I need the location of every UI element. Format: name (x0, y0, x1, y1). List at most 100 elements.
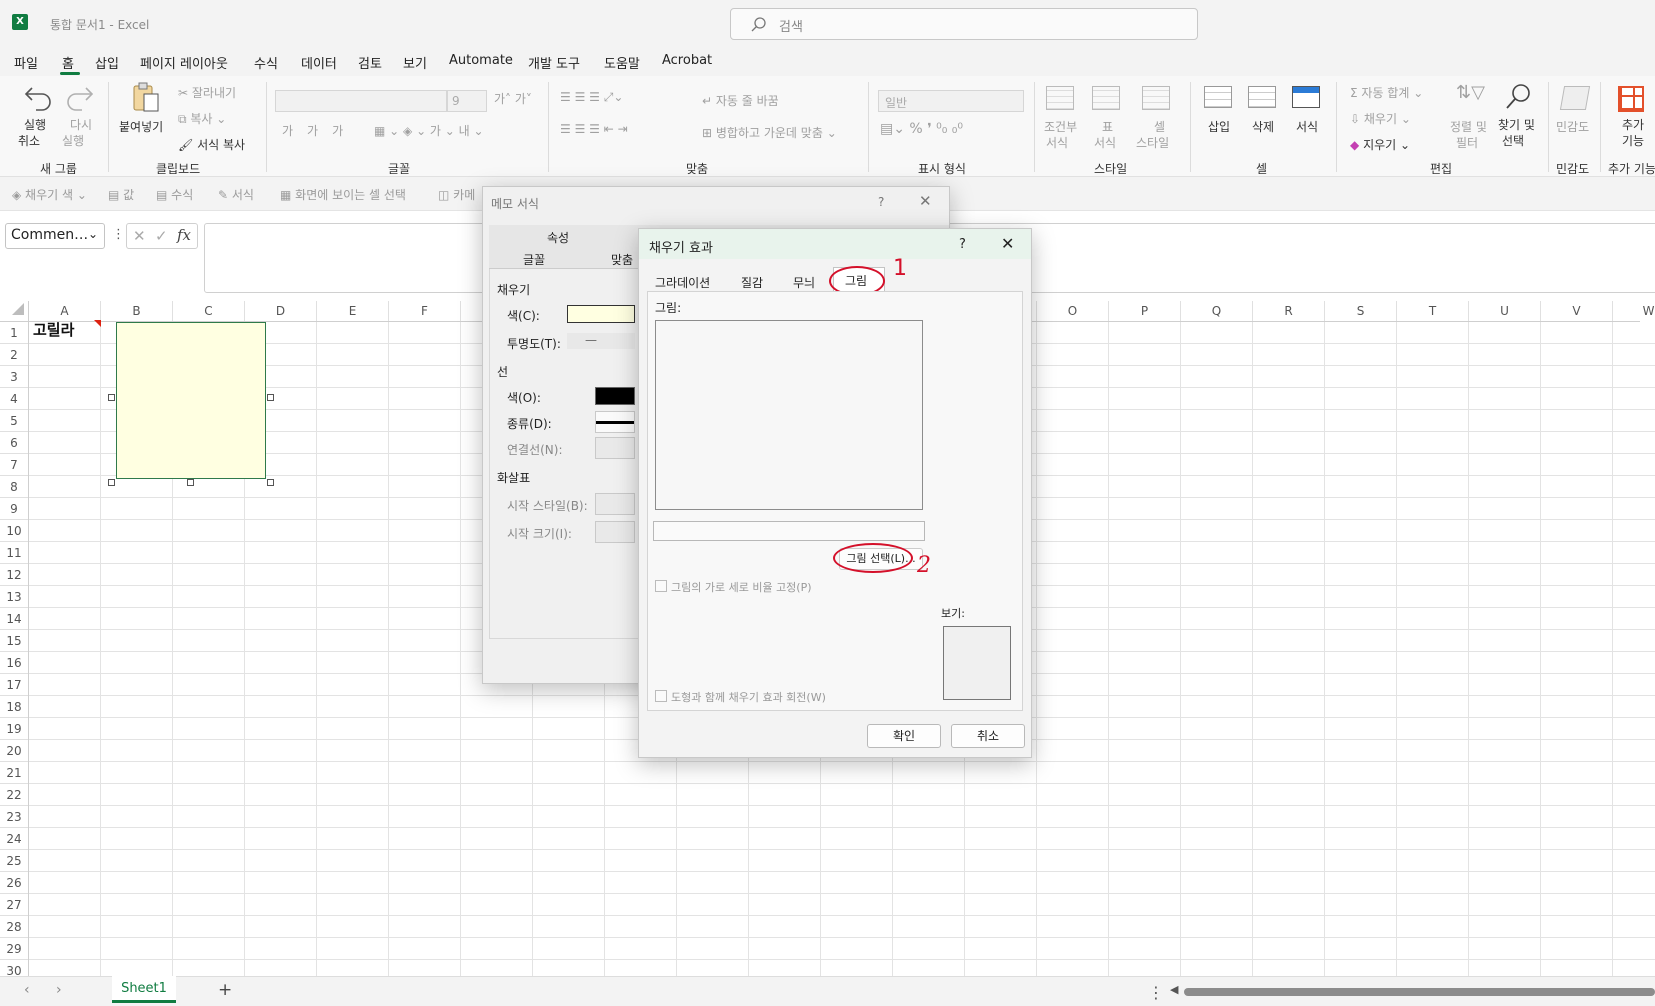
add-sheet-button[interactable]: + (218, 980, 232, 1000)
search-box[interactable]: 검색 (730, 8, 1198, 40)
select-visible-button[interactable]: ▦ 화면에 보이는 셀 선택 (280, 186, 406, 203)
horizontal-scrollbar[interactable] (1184, 988, 1655, 996)
sheet-tab-active[interactable]: Sheet1 (112, 976, 176, 1003)
clear-button[interactable]: ◆ 지우기 ⌄ (1350, 138, 1410, 152)
cancel-button[interactable]: 취소 (951, 724, 1025, 748)
row-header[interactable]: 16 (0, 652, 28, 674)
rotate-with-shape-checkbox[interactable] (655, 690, 667, 702)
number-format-icons[interactable]: ▤⌄ % ❜ ⁰₀ ₀⁰ (880, 122, 963, 136)
confirm-icon[interactable]: ✓ (155, 227, 168, 245)
row-header[interactable]: 20 (0, 740, 28, 762)
fx-icon[interactable]: fx (177, 226, 191, 244)
more-options-icon[interactable]: ⋮ (112, 227, 125, 242)
column-header[interactable]: D (245, 301, 317, 321)
resize-handle[interactable] (267, 479, 274, 486)
format-cells-icon[interactable] (1292, 86, 1320, 108)
row-header[interactable]: 7 (0, 454, 28, 476)
row-header[interactable]: 9 (0, 498, 28, 520)
row-header[interactable]: 15 (0, 630, 28, 652)
paste-values-button[interactable]: ▤ 값 (108, 186, 134, 203)
autosum-button[interactable]: Σ 자동 합계 ⌄ (1350, 86, 1423, 100)
cell-style-icon[interactable] (1142, 86, 1170, 110)
row-header[interactable]: 30 (0, 960, 28, 976)
row-header[interactable]: 4 (0, 388, 28, 410)
lock-aspect-checkbox[interactable] (655, 580, 667, 592)
paste-icon[interactable] (130, 82, 162, 112)
font-grow-icon[interactable]: 가˄ 가˅ (494, 92, 532, 106)
row-header[interactable]: 3 (0, 366, 28, 388)
row-header[interactable]: 18 (0, 696, 28, 718)
cancel-icon[interactable]: ✕ (133, 227, 146, 245)
menu-data[interactable]: 데이터 (301, 53, 337, 72)
resize-handle[interactable] (187, 479, 194, 486)
column-header[interactable]: Q (1181, 301, 1253, 321)
menu-developer[interactable]: 개발 도구 (528, 53, 580, 72)
close-icon[interactable]: ✕ (919, 192, 932, 210)
prev-sheet-icon[interactable]: ‹ (24, 982, 30, 998)
number-format-select[interactable]: 일반 (878, 90, 1024, 112)
column-header[interactable]: R (1253, 301, 1325, 321)
alignment-icons-bottom[interactable]: ☰ ☰ ☰ ⇤ ⇥ (560, 122, 628, 136)
alignment-icons-top[interactable]: ☰ ☰ ☰ ⤢⌄ (560, 90, 623, 104)
ok-button[interactable]: 확인 (867, 724, 941, 748)
row-header[interactable]: 29 (0, 938, 28, 960)
row-header[interactable]: 25 (0, 850, 28, 872)
menu-file[interactable]: 파일 (14, 53, 38, 72)
row-header[interactable]: 28 (0, 916, 28, 938)
close-icon[interactable]: ✕ (1001, 234, 1014, 253)
row-header[interactable]: 21 (0, 762, 28, 784)
row-header[interactable]: 5 (0, 410, 28, 432)
resize-handle[interactable] (108, 479, 115, 486)
row-header[interactable]: 2 (0, 344, 28, 366)
menu-automate[interactable]: Automate (449, 53, 513, 68)
row-header[interactable]: 27 (0, 894, 28, 916)
sensitivity-icon[interactable] (1559, 86, 1591, 110)
more-options-icon[interactable]: ⋮ (1148, 983, 1164, 1002)
column-header[interactable]: S (1325, 301, 1397, 321)
tab-texture[interactable]: 질감 (741, 274, 763, 291)
find-select-icon[interactable] (1502, 82, 1534, 112)
menu-insert[interactable]: 삽입 (95, 53, 119, 72)
row-header[interactable]: 10 (0, 520, 28, 542)
delete-cells-icon[interactable] (1248, 86, 1276, 108)
row-header[interactable]: 11 (0, 542, 28, 564)
menu-home[interactable]: 홈 (62, 53, 74, 72)
wrap-text-button[interactable]: ↵ 자동 줄 바꿈 (702, 94, 779, 108)
menu-page-layout[interactable]: 페이지 레이아웃 (140, 53, 228, 72)
paste-label[interactable]: 붙여넣기 (119, 120, 163, 134)
row-header[interactable]: 1 (0, 322, 28, 344)
column-header[interactable]: E (317, 301, 389, 321)
font-size-select[interactable]: 9 (447, 90, 487, 112)
row-header[interactable]: 23 (0, 806, 28, 828)
paste-format-button[interactable]: ✎ 서식 (218, 186, 254, 203)
row-header[interactable]: 19 (0, 718, 28, 740)
menu-review[interactable]: 검토 (358, 53, 382, 72)
tab-gradient[interactable]: 그라데이션 (655, 274, 710, 291)
insert-cells-icon[interactable] (1204, 86, 1232, 108)
select-all-corner[interactable] (12, 303, 24, 315)
comment-box[interactable] (116, 322, 266, 479)
column-header[interactable]: V (1541, 301, 1613, 321)
scroll-left-icon[interactable]: ◀ (1170, 983, 1178, 996)
column-header[interactable]: O (1037, 301, 1109, 321)
tab-properties[interactable]: 속성 (547, 229, 569, 246)
fill-color-button[interactable]: ◈ 채우기 색 ⌄ (12, 186, 87, 203)
column-header[interactable]: C (173, 301, 245, 321)
tab-pattern[interactable]: 무늬 (793, 274, 815, 291)
column-header[interactable]: F (389, 301, 461, 321)
fill-button[interactable]: ⇩ 채우기 ⌄ (1350, 112, 1411, 126)
paste-formula-button[interactable]: ▤ 수식 (156, 186, 193, 203)
menu-acrobat[interactable]: Acrobat (662, 53, 712, 68)
menu-formulas[interactable]: 수식 (254, 53, 278, 72)
row-header[interactable]: 8 (0, 476, 28, 498)
row-header[interactable]: 12 (0, 564, 28, 586)
cell-a1[interactable]: 고릴라 (33, 319, 74, 340)
column-header[interactable]: A (29, 301, 101, 321)
addins-icon[interactable] (1618, 86, 1644, 112)
bold-italic-underline[interactable]: 가가가 (282, 124, 357, 138)
menu-help[interactable]: 도움말 (604, 53, 640, 72)
undo-icon[interactable] (22, 82, 54, 112)
sort-filter-icon[interactable]: ⇅▽ (1456, 84, 1485, 102)
camera-button[interactable]: ◫ 카메 (438, 186, 475, 203)
row-header[interactable]: 22 (0, 784, 28, 806)
